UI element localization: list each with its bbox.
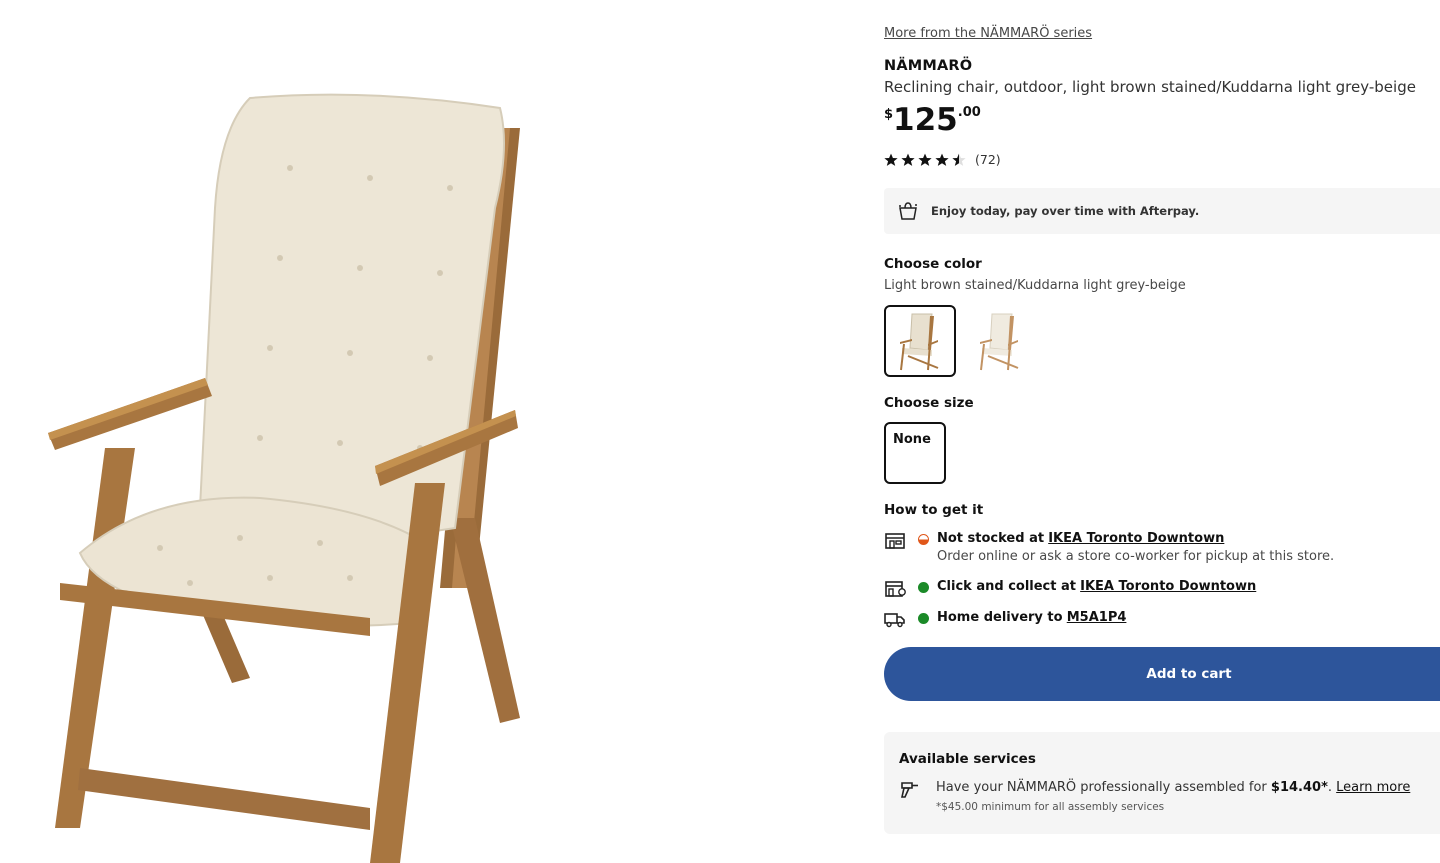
rating[interactable]: (72)	[884, 152, 1001, 167]
afterpay-text: Enjoy today, pay over time with Afterpay…	[931, 204, 1200, 218]
color-swatch-light-brown[interactable]	[884, 305, 956, 377]
services-text-after: .	[1327, 780, 1333, 795]
star-icon	[952, 153, 966, 166]
product-description: Reclining chair, outdoor, light brown st…	[884, 78, 1416, 96]
services-text-before: Have your NÄMMARÖ professionally assembl…	[936, 780, 1267, 795]
store-pickup-icon	[885, 581, 906, 597]
price-decimal: .00	[957, 105, 981, 120]
selected-color-value: Light brown stained/Kuddarna light grey-…	[884, 278, 1186, 293]
choose-color-label: Choose color	[884, 256, 982, 272]
star-icon	[918, 153, 932, 166]
postal-code-link[interactable]: M5A1P4	[1067, 610, 1127, 625]
not-stocked-status-icon	[918, 534, 929, 545]
size-option-none[interactable]: None	[884, 422, 946, 484]
series-link[interactable]: More from the NÄMMARÖ series	[884, 26, 1092, 41]
store-stock-note: Order online or ask a store co-worker fo…	[937, 549, 1335, 564]
services-note: *$45.00 minimum for all assembly service…	[936, 801, 1165, 813]
store-stock-prefix: Not stocked at	[937, 531, 1045, 546]
store-stock-text: Not stocked at IKEA Toronto Downtown Ord…	[937, 531, 1334, 564]
assembly-price: $14.40*	[1270, 780, 1328, 795]
available-services-panel: Available services Have your NÄMMARÖ pro…	[884, 732, 1440, 834]
store-icon	[885, 533, 905, 549]
product-price: $ 125 .00	[884, 100, 981, 140]
star-icon	[901, 153, 915, 166]
learn-more-link[interactable]: Learn more	[1336, 780, 1410, 795]
truck-icon	[884, 613, 905, 628]
shopping-bag-icon	[899, 202, 917, 220]
delivery-text: Home delivery to M5A1P4	[937, 610, 1126, 625]
click-collect-store-link[interactable]: IKEA Toronto Downtown	[1080, 579, 1256, 594]
in-stock-status-icon	[918, 582, 929, 593]
click-collect-row: Click and collect at IKEA Toronto Downto…	[884, 579, 1256, 597]
drill-icon	[901, 782, 918, 798]
afterpay-banner: Enjoy today, pay over time with Afterpay…	[884, 188, 1440, 234]
price-whole: 125	[893, 102, 958, 138]
delivery-prefix: Home delivery to	[937, 610, 1063, 625]
delivery-row: Home delivery to M5A1P4	[884, 610, 1126, 628]
star-rating	[884, 153, 966, 167]
click-collect-text: Click and collect at IKEA Toronto Downto…	[937, 579, 1256, 594]
chair-thumbnail-icon	[980, 313, 1019, 371]
store-link[interactable]: IKEA Toronto Downtown	[1048, 531, 1224, 546]
choose-size-label: Choose size	[884, 395, 974, 411]
services-text: Have your NÄMMARÖ professionally assembl…	[936, 780, 1410, 795]
click-collect-prefix: Click and collect at	[937, 579, 1076, 594]
how-to-get-it-label: How to get it	[884, 502, 984, 518]
product-info-panel: More from the NÄMMARÖ series NÄMMARÖ Rec…	[884, 0, 1440, 863]
add-to-cart-button[interactable]: Add to cart	[884, 647, 1440, 701]
chair-thumbnail-icon	[900, 313, 939, 371]
product-image[interactable]	[40, 88, 530, 863]
color-swatch-alternate[interactable]	[964, 305, 1036, 377]
store-stock-row: Not stocked at IKEA Toronto Downtown Ord…	[884, 531, 1334, 564]
star-icon	[935, 153, 949, 166]
delivery-available-status-icon	[918, 613, 929, 624]
services-title: Available services	[899, 751, 1036, 767]
review-count: (72)	[975, 152, 1001, 167]
price-currency: $	[884, 107, 894, 122]
star-icon	[884, 153, 898, 166]
product-name: NÄMMARÖ	[884, 58, 973, 74]
